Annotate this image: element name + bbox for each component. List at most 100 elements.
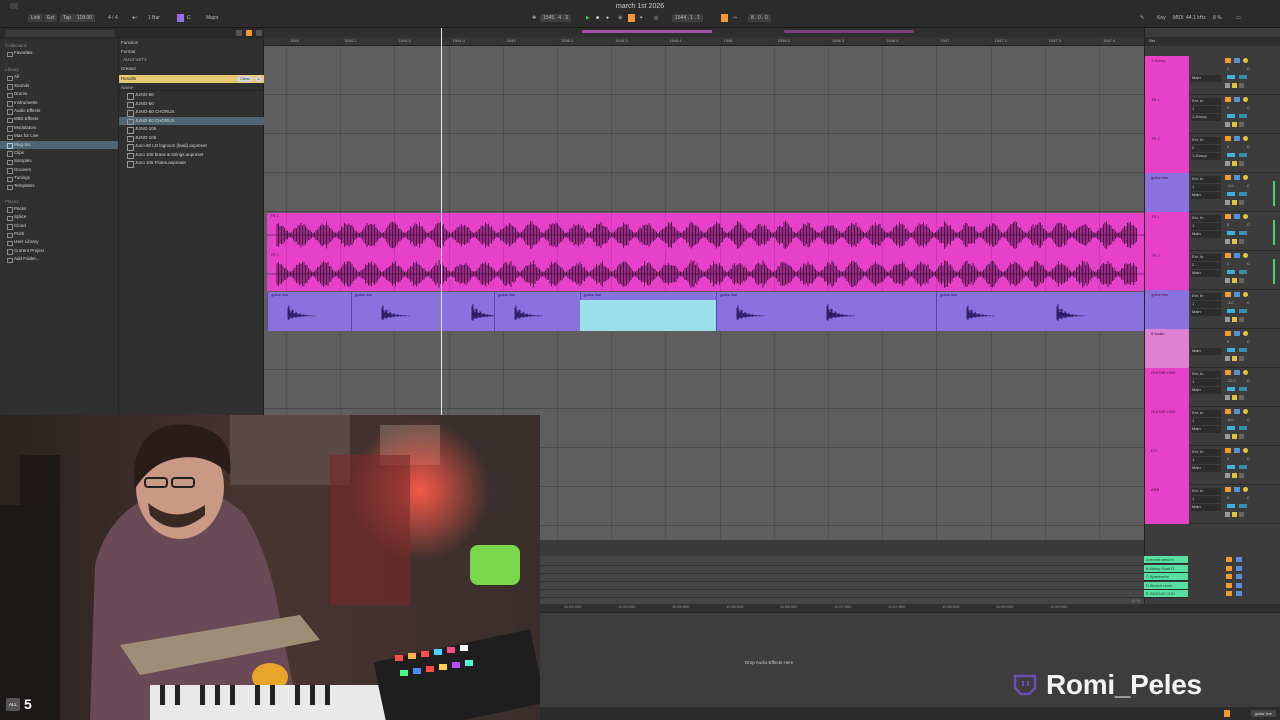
preset-file-item[interactable]: JUNO-60 — [119, 100, 265, 109]
places-item[interactable]: Push — [0, 230, 118, 239]
library-item[interactable]: Tunings — [0, 174, 118, 183]
arm-button[interactable] — [1243, 292, 1248, 297]
send-knob[interactable] — [1239, 192, 1247, 196]
loop-region-2[interactable] — [784, 30, 914, 33]
send-knob[interactable] — [1227, 348, 1235, 352]
clip-guitar-line[interactable]: guitar line — [716, 292, 936, 331]
lane-8-audio[interactable] — [264, 331, 1144, 370]
volume-value[interactable]: 0 — [1227, 457, 1229, 461]
volume-value[interactable]: 0 — [1227, 496, 1229, 500]
preset-file-item[interactable]: Juno 106 brass & strings.aupreset — [119, 151, 265, 160]
io-chooser[interactable]: Ext. In — [1191, 137, 1221, 144]
monitor-off-button[interactable] — [1239, 200, 1244, 205]
loop-region[interactable] — [582, 30, 712, 33]
io-chooser[interactable]: Main — [1191, 192, 1221, 199]
return-solo[interactable] — [1236, 565, 1242, 571]
track-name[interactable]: 8 Audio — [1151, 331, 1164, 336]
volume-value[interactable]: 0 — [1227, 262, 1229, 266]
io-chooser[interactable]: Main — [1191, 387, 1221, 394]
monitor-in-button[interactable] — [1225, 512, 1230, 517]
track-header[interactable]: ARB — [1145, 485, 1189, 524]
arm-button[interactable] — [1243, 331, 1248, 336]
volume-value[interactable]: -1.0 — [1227, 301, 1234, 305]
io-chooser[interactable]: Ext. In — [1191, 215, 1221, 222]
send-knob[interactable] — [1239, 270, 1247, 274]
return-track[interactable]: D Stretch Level — [1144, 581, 1188, 590]
arm-button[interactable] — [1243, 487, 1248, 492]
io-chooser-empty[interactable] — [1191, 340, 1221, 347]
pan-value[interactable]: C — [1247, 145, 1250, 149]
key-root-select[interactable]: C — [187, 14, 191, 22]
track-name[interactable]: GUITAR LINE — [1151, 370, 1176, 375]
solo-button[interactable] — [1234, 448, 1240, 453]
io-chooser[interactable]: 2 — [1191, 262, 1221, 269]
monitor-auto-button[interactable] — [1232, 122, 1237, 127]
library-item[interactable]: Sounds — [0, 82, 118, 91]
send-knob[interactable] — [1227, 231, 1235, 235]
send-knob[interactable] — [1239, 231, 1247, 235]
close-search-button[interactable]: x — [255, 76, 262, 82]
monitor-off-button[interactable] — [1239, 473, 1244, 478]
io-chooser[interactable]: 1 — [1191, 223, 1221, 230]
io-chooser[interactable]: 1 — [1191, 457, 1221, 464]
filter-creator[interactable]: Creator — [119, 65, 264, 74]
stop-icon[interactable]: ■ — [596, 14, 599, 22]
track-header[interactable]: 8 Audio — [1145, 329, 1189, 368]
track-activator-button[interactable] — [1225, 214, 1231, 219]
selected-clip-region[interactable] — [580, 300, 716, 331]
io-chooser[interactable]: Main — [1191, 504, 1221, 511]
loop-length-field[interactable]: 8 . 0 . 0 — [748, 14, 771, 22]
send-knob[interactable] — [1227, 504, 1235, 508]
volume-value[interactable]: 0 — [1227, 106, 1229, 110]
send-knob[interactable] — [1227, 75, 1235, 79]
loop-bar[interactable] — [264, 28, 1144, 37]
time-ruler[interactable]: 11:54:000 11:55:000 11:55:500 11:56:000 11:5… — [540, 604, 1280, 612]
track-name[interactable]: ARB — [1151, 487, 1159, 492]
preset-file-item[interactable]: JUNO-106 — [119, 125, 265, 134]
browser-settings-icon[interactable] — [236, 30, 242, 36]
io-chooser[interactable]: 2 — [1191, 145, 1221, 152]
arm-button[interactable] — [1243, 409, 1248, 414]
track-activator-button[interactable] — [1225, 409, 1231, 414]
pan-value[interactable]: C — [1247, 67, 1250, 71]
lane-guitar-grouped[interactable] — [264, 173, 1144, 212]
send-knob[interactable] — [1227, 114, 1235, 118]
io-chooser[interactable]: 1 — [1191, 379, 1221, 386]
pan-value[interactable]: C — [1247, 496, 1250, 500]
monitor-auto-button[interactable] — [1232, 278, 1237, 283]
selected-track-name[interactable]: guitar line — [1250, 710, 1276, 717]
monitor-in-button[interactable] — [1225, 83, 1230, 88]
solo-button[interactable] — [1234, 136, 1240, 141]
send-knob[interactable] — [1227, 426, 1235, 430]
monitor-auto-button[interactable] — [1232, 83, 1237, 88]
monitor-off-button[interactable] — [1239, 512, 1244, 517]
track-activator-button[interactable] — [1225, 487, 1231, 492]
solo-button[interactable] — [1234, 58, 1240, 63]
scale-select[interactable]: Major — [206, 14, 219, 22]
clip-guitar-line[interactable]: guitar line — [267, 292, 351, 331]
return-activator[interactable] — [1226, 565, 1232, 571]
io-chooser[interactable]: Ext. In — [1191, 449, 1221, 456]
filter-format[interactable]: Format — [119, 48, 264, 57]
track-name[interactable]: guitar line — [1151, 175, 1168, 180]
library-item[interactable]: Max for Live — [0, 132, 118, 141]
return-activator[interactable] — [1226, 591, 1232, 596]
pan-value[interactable]: C — [1247, 301, 1250, 305]
library-item[interactable]: Drums — [0, 90, 118, 99]
clear-button[interactable]: Clear — [237, 76, 253, 82]
track-header[interactable]: guitar line — [1145, 173, 1189, 212]
send-knob[interactable] — [1239, 75, 1247, 79]
library-item[interactable]: Audio Effects — [0, 107, 118, 116]
browser-search-input[interactable] — [5, 30, 115, 37]
arm-button[interactable] — [1243, 214, 1248, 219]
send-knob[interactable] — [1239, 504, 1247, 508]
io-chooser[interactable]: 1 — [1191, 106, 1221, 113]
track-activator-button[interactable] — [1225, 97, 1231, 102]
io-chooser-empty[interactable] — [1191, 67, 1221, 74]
monitor-auto-button[interactable] — [1232, 356, 1237, 361]
io-chooser[interactable]: Ext. In — [1191, 98, 1221, 105]
clip-guitar-line[interactable]: guitar line — [936, 292, 1144, 331]
preset-file-item[interactable]: JUNO-106 — [119, 134, 265, 143]
arm-button[interactable] — [1243, 58, 1248, 63]
send-knob[interactable] — [1239, 387, 1247, 391]
